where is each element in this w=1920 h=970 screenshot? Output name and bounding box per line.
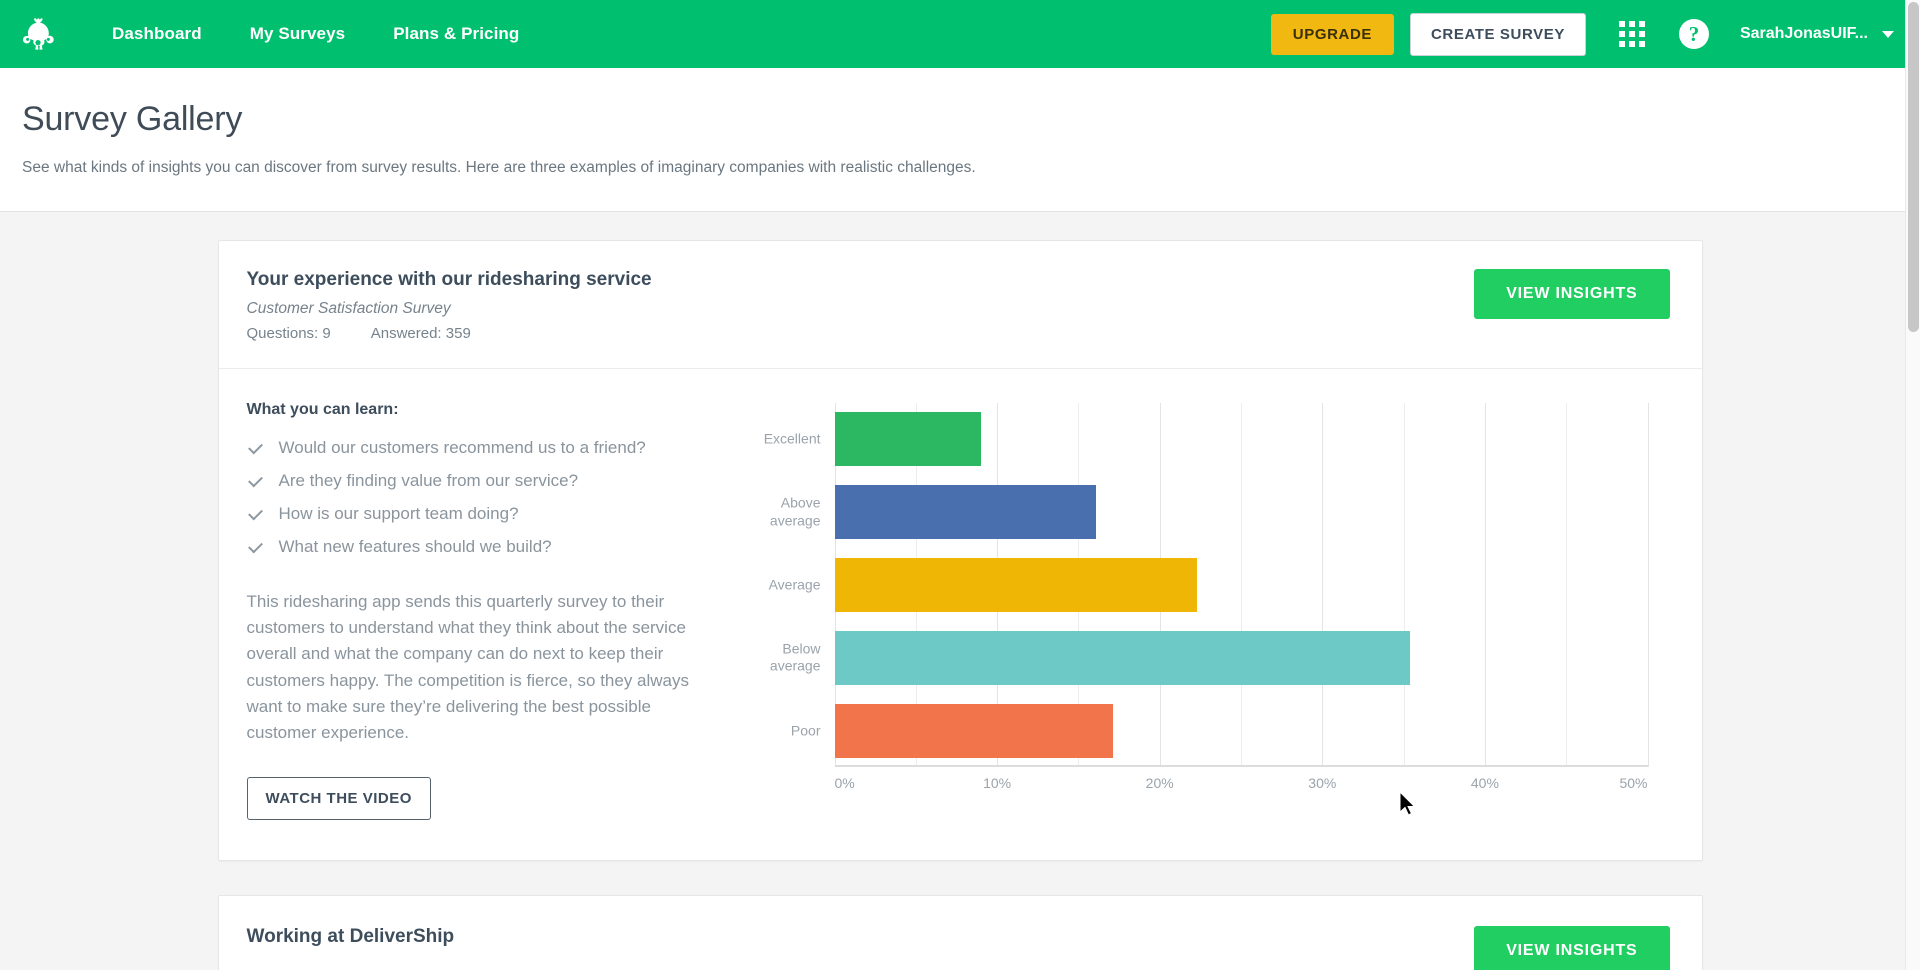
list-item: Would our customers recommend us to a fr… <box>247 437 697 460</box>
chart-bar[interactable] <box>834 630 1411 685</box>
answered-count: Answered: 359 <box>370 325 471 342</box>
upgrade-button[interactable]: UPGRADE <box>1270 13 1394 55</box>
create-survey-button[interactable]: CREATE SURVEY <box>1410 12 1586 56</box>
card-subtitle: Customer Satisfaction Survey <box>246 300 451 317</box>
learn-item-label: Are they finding value from our service? <box>278 470 579 490</box>
chart-bar-rows: Excellent Above average Average Below avera… <box>764 403 1648 767</box>
learn-heading: What you can learn: <box>246 401 399 418</box>
survey-gallery-card: Your experience with our ridesharing ser… <box>217 240 1703 861</box>
page-scrollbar[interactable] <box>1905 0 1920 970</box>
chevron-down-icon <box>1882 30 1894 38</box>
card-title: Your experience with our ridesharing ser… <box>246 269 652 290</box>
chart-category-label: Above average <box>769 494 821 529</box>
top-navbar: Dashboard My Surveys Plans & Pricing UPG… <box>0 0 1920 68</box>
chart-category-label: Below average <box>769 640 821 674</box>
navbar-actions: UPGRADE CREATE SURVEY ? SarahJonasUIF... <box>1270 12 1898 56</box>
view-insights-button[interactable]: VIEW INSIGHTS <box>1474 269 1670 319</box>
learn-item-label: What new features should we build? <box>278 536 552 556</box>
card-header: Your experience with our ridesharing ser… <box>218 241 1702 369</box>
primary-nav: Dashboard My Surveys Plans & Pricing <box>88 14 543 54</box>
checkmark-icon <box>247 507 265 525</box>
chart-x-tick-label: 30% <box>1308 775 1337 791</box>
chart-x-tick-label: 40% <box>1470 775 1499 791</box>
chart-category-label: Excellent <box>763 430 821 447</box>
chart-x-axis-line <box>834 765 1648 767</box>
username-label: SarahJonasUIF... <box>1739 25 1868 42</box>
checkmark-icon <box>247 540 265 558</box>
chart-category-label: Poor <box>790 721 821 738</box>
chart-gridline <box>1647 403 1649 767</box>
learn-item-label: How is our support team doing? <box>278 503 519 523</box>
card-info-column: What you can learn: Would our customers … <box>246 395 717 820</box>
surveymonkey-logo-icon[interactable] <box>16 12 60 56</box>
nav-link-dashboard[interactable]: Dashboard <box>88 14 226 54</box>
chart-x-tick-label: 50% <box>1619 775 1648 791</box>
page-subtitle: See what kinds of insights you can disco… <box>22 159 976 176</box>
nav-link-my-surveys[interactable]: My Surveys <box>226 14 370 54</box>
checkmark-icon <box>247 474 265 492</box>
page-title: Survey Gallery <box>22 100 243 138</box>
learn-list: Would our customers recommend us to a fr… <box>247 437 697 559</box>
list-item: Are they finding value from our service? <box>247 470 697 493</box>
card-body: What you can learn: Would our customers … <box>219 369 1702 860</box>
chart-bar[interactable] <box>834 485 1097 540</box>
list-item: What new features should we build? <box>247 536 697 559</box>
chart-x-tick-label: 20% <box>1145 775 1174 791</box>
view-insights-button-2[interactable]: VIEW INSIGHTS <box>1474 925 1670 970</box>
card-2-title: Working at DeliverShip <box>246 925 455 947</box>
help-button[interactable]: ? <box>1674 14 1714 54</box>
questions-count: Questions: 9 <box>246 325 331 342</box>
chart-bar-row: Excellent <box>764 412 1648 467</box>
user-account-menu[interactable]: SarahJonasUIF... <box>1736 19 1898 49</box>
chart-bar-row: Above average <box>770 485 1648 540</box>
card-header-text: Your experience with our ridesharing ser… <box>247 269 652 342</box>
chart-category-label: Average <box>768 576 821 593</box>
chart-bar-row: Below average <box>770 630 1648 685</box>
checkmark-icon <box>247 441 265 459</box>
watch-the-video-button[interactable]: WATCH THE VIDEO <box>246 776 431 820</box>
list-item: How is our support team doing? <box>247 503 697 526</box>
learn-item-label: Would our customers recommend us to a fr… <box>278 438 646 457</box>
chart-bar[interactable] <box>834 412 981 467</box>
scrollbar-thumb[interactable] <box>1908 2 1919 332</box>
card-meta: Questions: 9 Answered: 359 <box>247 325 652 342</box>
card-2-header: Working at DeliverShip VIEW INSIGHTS <box>219 896 1702 970</box>
survey-results-bar-chart: Excellent Above average Average Below avera… <box>743 403 1670 803</box>
page-header: Survey Gallery See what kinds of insight… <box>0 68 1920 212</box>
question-mark-help-icon: ? <box>1678 19 1709 49</box>
grid-apps-icon <box>1618 21 1645 47</box>
survey-gallery-card-2: Working at DeliverShip VIEW INSIGHTS <box>217 894 1703 970</box>
card-description: This ridesharing app sends this quarterl… <box>246 591 690 743</box>
chart-plot-area: Excellent Above average Average Below avera… <box>764 403 1649 767</box>
chart-bar[interactable] <box>834 703 1113 758</box>
chart-x-tick-label: 0% <box>834 775 855 791</box>
chart-bar-row: Poor <box>791 703 1648 758</box>
chart-x-tick-label: 10% <box>983 775 1012 791</box>
apps-grid-button[interactable] <box>1612 14 1652 54</box>
chart-bar[interactable] <box>834 557 1198 612</box>
gallery-content: Your experience with our ridesharing ser… <box>0 212 1920 970</box>
chart-bar-row: Average <box>769 557 1648 612</box>
card-chart-column: Excellent Above average Average Below avera… <box>717 395 1670 820</box>
chart-x-axis-labels: 0% 10% 20% 30% 40% 50% <box>835 775 1648 799</box>
nav-link-plans-pricing[interactable]: Plans & Pricing <box>369 14 543 54</box>
